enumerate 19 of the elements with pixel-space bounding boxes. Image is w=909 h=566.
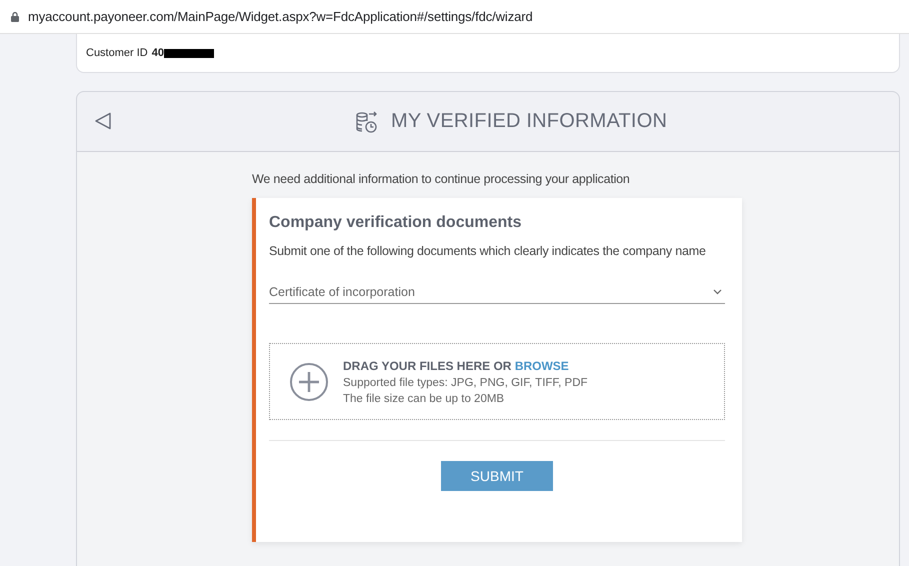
customer-id-label: Customer ID [86,47,148,59]
form-description: Submit one of the following documents which clearly indicates the company name [269,244,707,258]
submit-button[interactable]: SUBMIT [441,461,553,491]
customer-id-value: 40 [152,47,164,59]
chevron-down-icon [713,289,722,295]
plus-circle-icon[interactable] [289,362,329,402]
coins-clock-icon [355,110,379,134]
intro-text: We need additional information to continue processing your application [252,172,631,186]
document-dropdown[interactable]: Certificate of incorporation [269,285,725,304]
upload-note: Supported file types: JPG, PNG, GIF, TIFF, PDF [343,376,588,388]
browse-link[interactable]: BROWSE [514,358,569,372]
file-drop-zone[interactable]: DRAG YOUR FILES HERE OR BROWSE Supported file types: JPG, PNG, GIF, TIFF, PDF The file size can be up to 20MB [269,343,725,420]
redaction-bar [164,48,214,58]
lock-icon [11,12,19,22]
upload-note: The file size can be up to 20MB [343,392,506,404]
panel-title: MY VERIFIED INFORMATION [391,110,668,133]
back-triangle-icon[interactable] [94,112,112,130]
form-title: Company verification documents [269,214,522,232]
drag-prompt: DRAG YOUR FILES HERE OR [343,358,512,372]
